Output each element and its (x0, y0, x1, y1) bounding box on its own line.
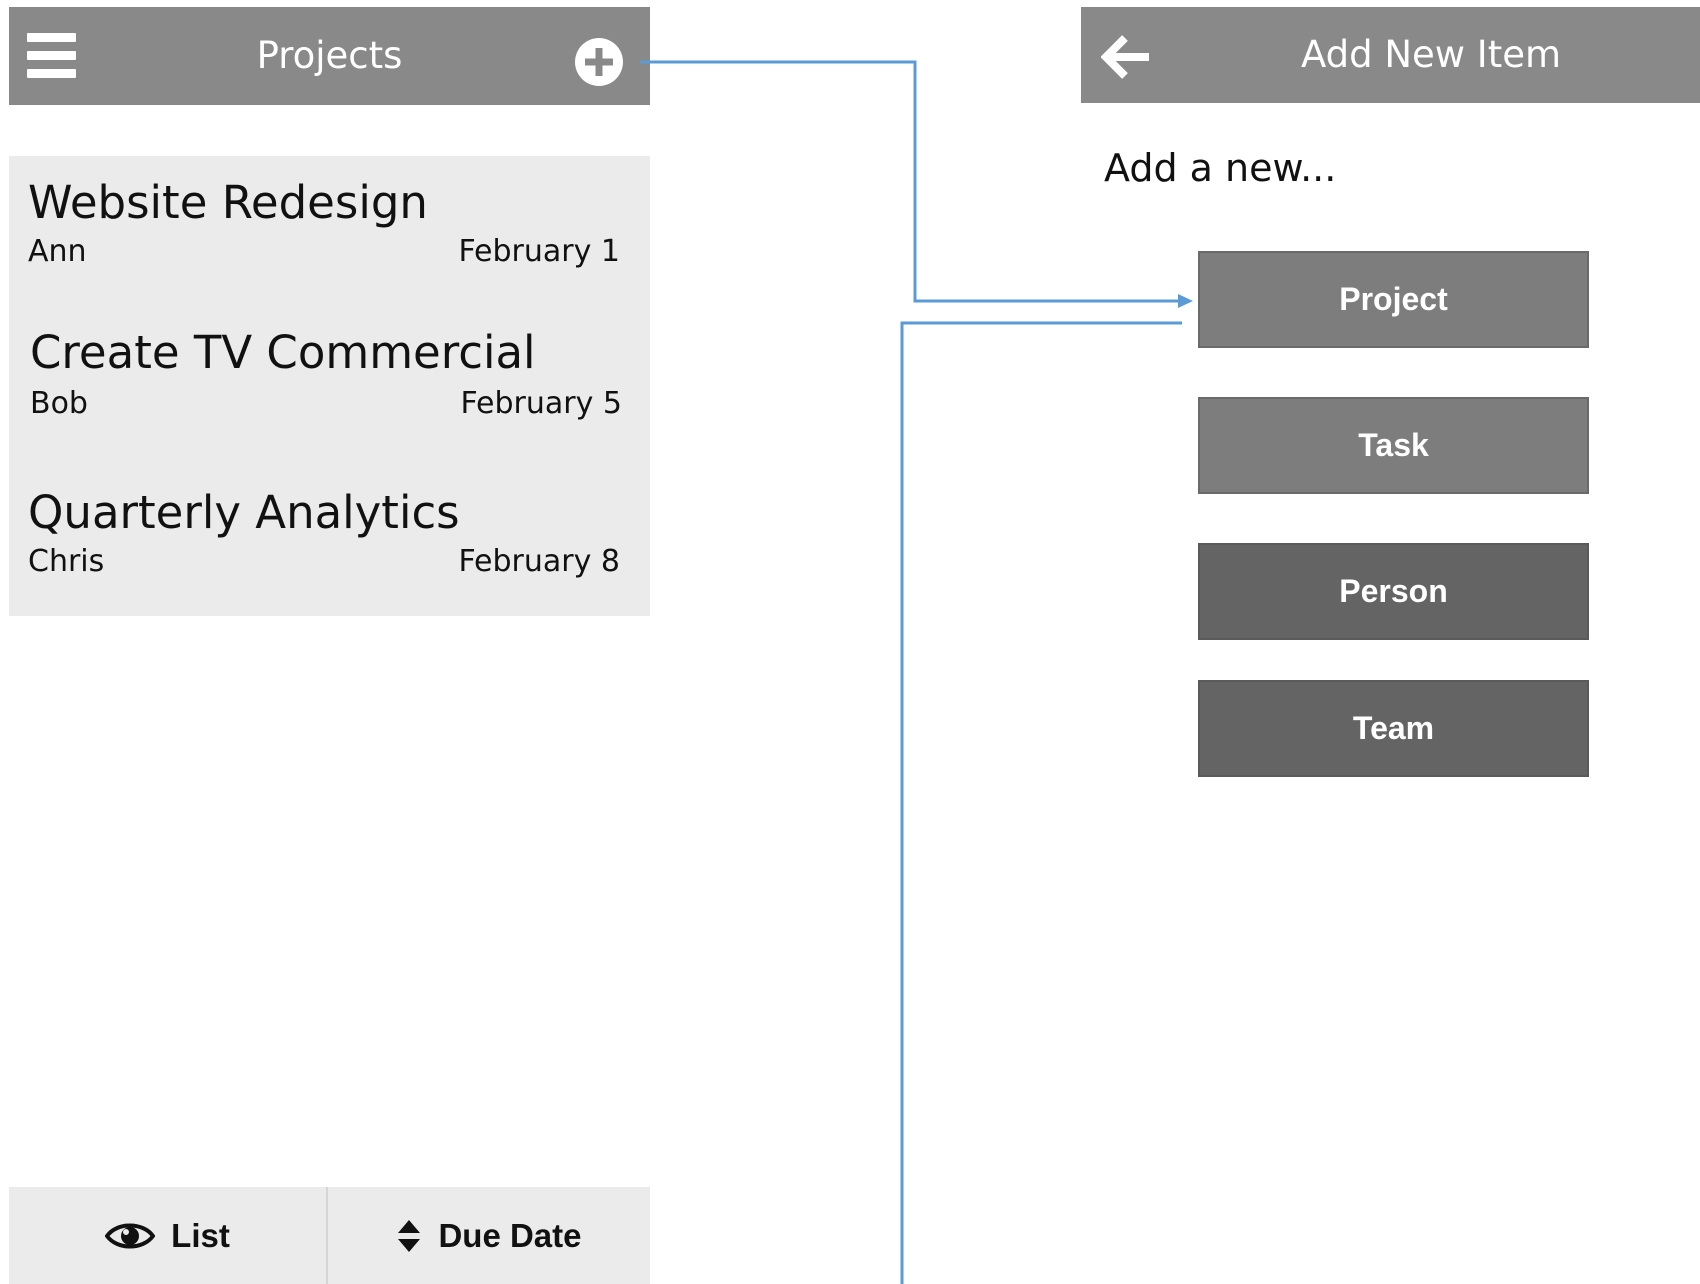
plus-circle-icon[interactable] (574, 37, 624, 87)
add-item-header: Add New Item (1081, 7, 1700, 103)
project-due-date: February 5 (460, 386, 622, 421)
connector-project-down (900, 321, 1182, 1284)
add-project-button[interactable]: Project (1198, 251, 1589, 348)
sort-arrows-icon (398, 1219, 421, 1252)
add-task-button[interactable]: Task (1198, 397, 1589, 494)
project-title: Quarterly Analytics (28, 486, 460, 539)
wireframe-canvas: Projects Website Redesign Ann February 1… (0, 0, 1700, 1284)
add-item-title-wrap: Add New Item (1081, 7, 1611, 103)
project-owner: Chris (28, 544, 105, 579)
project-list-item[interactable]: Create TV Commercial Bob February 5 (9, 306, 650, 446)
project-title: Website Redesign (28, 176, 428, 229)
project-list-item[interactable]: Website Redesign Ann February 1 (9, 156, 650, 296)
project-title: Create TV Commercial (30, 326, 536, 379)
add-item-title: Add New Item (1300, 33, 1562, 76)
sort-label: Due Date (438, 1216, 582, 1254)
view-mode-label: List (171, 1216, 230, 1254)
project-due-date: February 8 (458, 544, 620, 579)
eye-icon (105, 1223, 156, 1248)
add-team-button[interactable]: Team (1198, 680, 1589, 777)
project-owner: Ann (28, 234, 87, 269)
view-mode-button[interactable]: List (9, 1187, 326, 1284)
bottom-toolbar: List Due Date (9, 1187, 650, 1284)
project-due-date: February 1 (458, 234, 620, 269)
project-owner: Bob (30, 386, 88, 421)
connector-arrowhead (1178, 294, 1193, 308)
page-title: Projects (256, 34, 403, 77)
sort-button[interactable]: Due Date (328, 1187, 650, 1284)
project-list: Website Redesign Ann February 1 Create T… (9, 156, 650, 616)
projects-header: Projects (9, 7, 650, 105)
add-new-prompt: Add a new... (1104, 146, 1337, 190)
add-person-button[interactable]: Person (1198, 543, 1589, 640)
project-list-item[interactable]: Quarterly Analytics Chris February 8 (9, 466, 650, 606)
